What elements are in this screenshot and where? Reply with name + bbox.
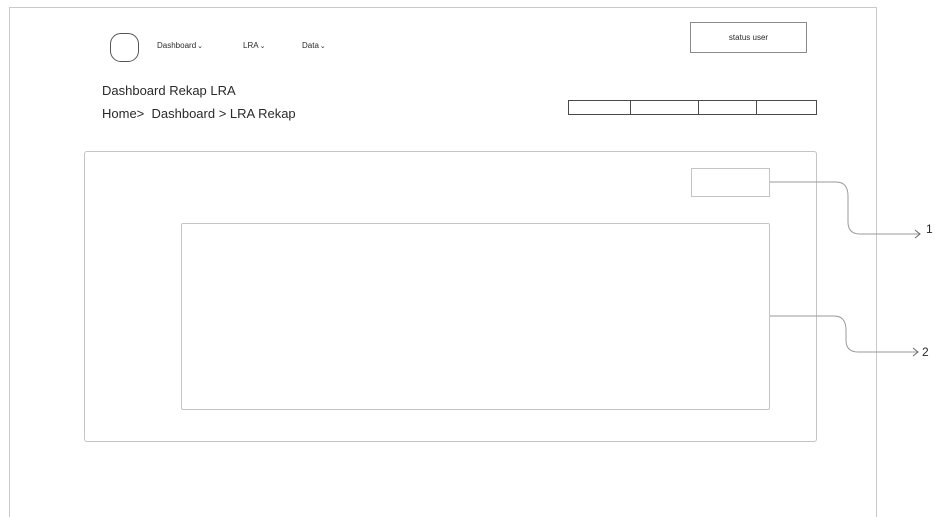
segment-1[interactable] [569, 101, 631, 114]
chevron-down-icon: ⌄ [319, 43, 326, 50]
nav-item-lra[interactable]: LRA⌄ [243, 41, 265, 50]
status-user-button[interactable]: status user [690, 22, 807, 53]
chart-panel [181, 223, 770, 410]
chevron-down-icon: ⌄ [197, 43, 204, 50]
breadcrumb: Home> Dashboard > LRA Rekap [102, 106, 296, 121]
callout-label-2: 2 [922, 345, 929, 359]
filter-box[interactable] [691, 168, 770, 197]
nav-item-label: LRA [243, 41, 259, 50]
segment-4[interactable] [757, 101, 816, 114]
segment-3[interactable] [699, 101, 757, 114]
nav-item-dashboard[interactable]: Dashboard⌄ [157, 41, 203, 50]
callout-arrow-1 [914, 229, 921, 239]
nav-item-data[interactable]: Data⌄ [302, 41, 326, 50]
callout-arrow-2 [912, 347, 919, 357]
chevron-down-icon: ⌄ [259, 43, 266, 50]
segment-2[interactable] [631, 101, 699, 114]
callout-label-1: 1 [926, 222, 933, 236]
logo-icon[interactable] [110, 33, 139, 62]
nav-item-label: Data [302, 41, 319, 50]
segmented-control [568, 100, 817, 115]
nav-item-label: Dashboard [157, 41, 197, 50]
page-title: Dashboard Rekap LRA [102, 83, 236, 98]
